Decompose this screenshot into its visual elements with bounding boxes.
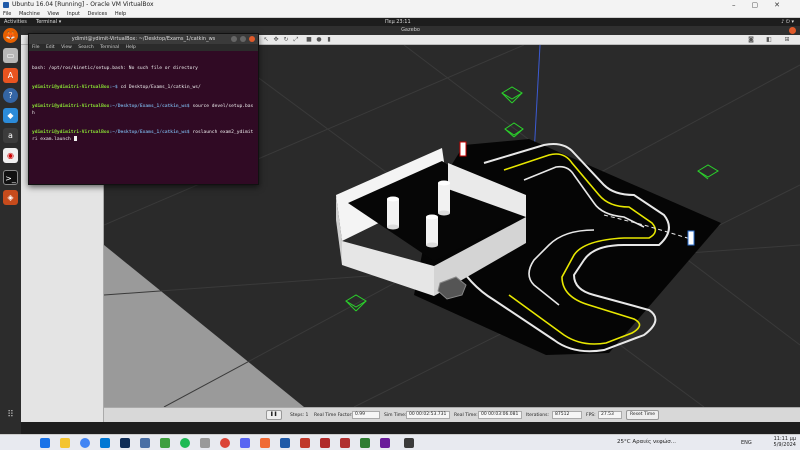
steam-icon[interactable] xyxy=(120,438,130,448)
windows-start-icon[interactable] xyxy=(40,438,50,448)
rotate-tool-icon[interactable]: ↻ xyxy=(282,36,290,44)
fps-label: FPS: xyxy=(586,413,596,418)
brave-icon[interactable] xyxy=(260,438,270,448)
terminal-menu-file[interactable]: File xyxy=(32,45,40,50)
firefox-icon[interactable]: 🦊 xyxy=(3,28,18,43)
window-controls[interactable]: –▢✕ xyxy=(732,0,796,10)
terminal-line: ydimitri@ydimitri-VirtualBox:~/Desktop/E… xyxy=(32,104,254,116)
rtf-value: 0.99 xyxy=(352,411,380,419)
translate-tool-icon[interactable]: ✥ xyxy=(272,36,280,44)
terminal-window[interactable]: ydimit@ydimit-VirtualBox: ~/Desktop/Exam… xyxy=(28,33,259,185)
terminal-menu-bar: File Edit View Search Terminal Help xyxy=(29,44,258,51)
terminal-menu-help[interactable]: Help xyxy=(126,45,136,50)
app-menu[interactable]: Terminal ▾ xyxy=(36,18,61,26)
ubuntu-clock[interactable]: Πεμ 23:11 xyxy=(385,18,411,26)
sim-time-value: 00 00:02:53.731 xyxy=(406,411,450,419)
app-icon-7[interactable] xyxy=(360,438,370,448)
terminal-menu-search[interactable]: Search xyxy=(78,45,93,50)
minimize-icon[interactable] xyxy=(231,36,237,42)
blue-sign xyxy=(687,230,695,246)
vbox-menu-help[interactable]: Help xyxy=(115,11,126,17)
terminal-title-bar: ydimit@ydimit-VirtualBox: ~/Desktop/Exam… xyxy=(29,34,258,44)
taskbar-date: 5/9/2024 xyxy=(773,442,796,448)
stop-sign xyxy=(459,141,467,157)
rtf-label: Real Time Factor: xyxy=(314,413,353,418)
terminal-output[interactable]: bash: /opt/ros/kinetic/setup.bash: No su… xyxy=(29,51,258,159)
reset-time-button[interactable]: Reset Time xyxy=(626,410,660,420)
app-icon-4[interactable] xyxy=(300,438,310,448)
fps-value: 27.53 xyxy=(598,411,622,419)
ubuntu-dock: 🦊 ▭ A ? ◆ a ◉ >_ ◈ ⠿ xyxy=(0,26,21,434)
vbox-title-bar: Ubuntu 16.04 [Running] - Oracle VM Virtu… xyxy=(0,0,800,10)
language-indicator[interactable]: ENG xyxy=(741,440,752,446)
chrome-2-icon[interactable] xyxy=(220,438,230,448)
chrome-icon[interactable] xyxy=(80,438,90,448)
maximize-icon[interactable] xyxy=(240,36,246,42)
ubuntu-top-bar: Activities Terminal ▾ Πεμ 23:11 ♪ ⏻ ▾ xyxy=(0,18,800,26)
software-center-icon[interactable]: A xyxy=(3,68,18,83)
vscode-icon[interactable]: ◆ xyxy=(3,108,18,123)
app-icon-5[interactable] xyxy=(320,438,330,448)
windows-taskbar: 25°C Αραιές νεφώσ... ENG 11:11 μμ 5/9/20… xyxy=(0,434,800,450)
virtualbox-icon xyxy=(3,2,9,8)
real-time-label: Real Time: xyxy=(454,413,478,418)
taskbar-clock[interactable]: 11:11 μμ 5/9/2024 xyxy=(774,436,796,448)
sim-time-label: Sim Time: xyxy=(384,413,407,418)
vbox-title: Ubuntu 16.04 [Running] - Oracle VM Virtu… xyxy=(12,1,154,8)
pdf-viewer-icon[interactable]: ◉ xyxy=(3,148,18,163)
weather-widget[interactable]: 25°C Αραιές νεφώσ... xyxy=(617,439,676,445)
close-icon[interactable] xyxy=(789,27,796,34)
vbox-menu-view[interactable]: View xyxy=(48,11,60,17)
terminal-menu-terminal[interactable]: Terminal xyxy=(100,45,119,50)
gazebo-title: Gazebo xyxy=(401,27,420,33)
sphere-shape-icon[interactable]: ● xyxy=(315,36,323,44)
iterations-label: Iterations: xyxy=(526,413,549,418)
vbox-menu-input[interactable]: Input xyxy=(67,11,80,17)
app-icon-9[interactable] xyxy=(404,438,414,448)
vscode-taskbar-icon[interactable] xyxy=(100,438,110,448)
vbox-menu-bar: File Machine View Input Devices Help xyxy=(0,10,800,18)
steps-label: Steps: 1 xyxy=(290,413,309,418)
terminal-close-icon[interactable] xyxy=(249,36,255,42)
scale-tool-icon[interactable]: ⤢ xyxy=(292,36,300,44)
file-explorer-icon[interactable] xyxy=(60,438,70,448)
system-tray[interactable]: ♪ ⏻ ▾ xyxy=(781,18,794,26)
show-apps-icon[interactable]: ⠿ xyxy=(3,408,18,423)
gazebo-dock-icon[interactable]: ◈ xyxy=(3,190,18,205)
real-time-value: 00 00:03:06.081 xyxy=(478,411,522,419)
discord-icon[interactable] xyxy=(240,438,250,448)
files-icon[interactable]: ▭ xyxy=(3,48,18,63)
terminal-cursor xyxy=(73,136,77,142)
terminal-line: ydimitri@ydimitri-VirtualBox:~/Desktop/E… xyxy=(32,129,254,143)
record-icon[interactable]: ⊞ xyxy=(783,36,791,44)
virtualbox-taskbar-icon[interactable] xyxy=(280,438,290,448)
app-icon-6[interactable] xyxy=(340,438,350,448)
view-angle-icon[interactable]: ◧ xyxy=(765,36,773,44)
box-shape-icon[interactable]: ■ xyxy=(305,36,313,44)
cylinder-shape-icon[interactable]: ▮ xyxy=(325,36,333,44)
help-icon[interactable]: ? xyxy=(3,88,18,103)
vbox-menu-file[interactable]: File xyxy=(3,11,11,17)
app-icon-8[interactable] xyxy=(380,438,390,448)
activities-button[interactable]: Activities xyxy=(4,18,27,26)
terminal-line: bash: /opt/ros/kinetic/setup.bash: No su… xyxy=(32,65,198,71)
terminal-menu-view[interactable]: View xyxy=(61,45,72,50)
terminal-title: ydimit@ydimit-VirtualBox: ~/Desktop/Exam… xyxy=(71,36,216,42)
iterations-value: 87512 xyxy=(552,411,582,419)
app-icon-1[interactable] xyxy=(140,438,150,448)
terminal-menu-edit[interactable]: Edit xyxy=(46,45,55,50)
terminal-icon[interactable]: >_ xyxy=(3,170,18,185)
select-tool-icon[interactable]: ↖ xyxy=(262,36,270,44)
terminal-line: ydimitri@ydimitri-VirtualBox:~$ cd Deskt… xyxy=(32,85,201,91)
gazebo-status-bar: ❚❚ Steps: 1 Real Time Factor: 0.99 Sim T… xyxy=(104,407,800,422)
screenshot-icon[interactable]: ◙ xyxy=(747,36,755,44)
app-icon-2[interactable] xyxy=(160,438,170,448)
app-icon-3[interactable] xyxy=(200,438,210,448)
vbox-menu-machine[interactable]: Machine xyxy=(19,11,40,17)
vbox-menu-devices[interactable]: Devices xyxy=(88,11,108,17)
spotify-icon[interactable] xyxy=(180,438,190,448)
amazon-icon[interactable]: a xyxy=(3,128,18,143)
pause-button[interactable]: ❚❚ xyxy=(266,410,282,420)
